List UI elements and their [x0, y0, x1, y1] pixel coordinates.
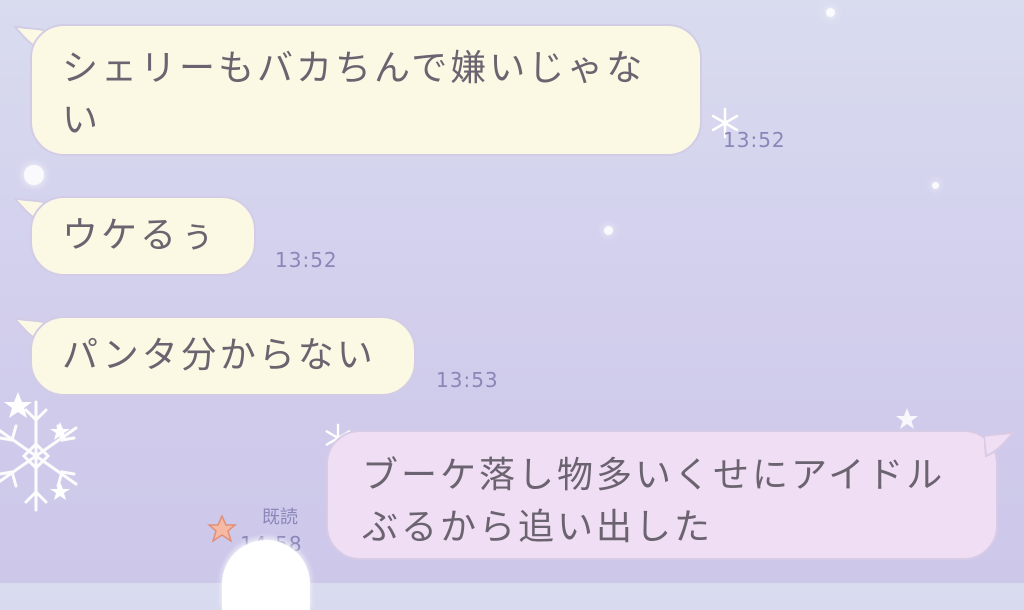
chat-view[interactable]: シェリーもバカちんで嫌いじゃな い 13:52 ウケるぅ 13:52 パンタ分か…: [0, 0, 1024, 610]
sparkle-decoration: [932, 182, 939, 189]
message-timestamp: 13:52: [275, 248, 338, 272]
sparkle-decoration: [604, 226, 613, 235]
sparkle-decoration: [826, 8, 835, 17]
message-bubble-outgoing[interactable]: ブーケ落し物多いくせにアイドル ぶるから追い出した: [326, 430, 998, 560]
bubble-tail: [984, 432, 1015, 458]
message-timestamp: 13:52: [723, 128, 786, 152]
message-timestamp: 13:53: [436, 368, 499, 392]
message-bubble-incoming[interactable]: ウケるぅ: [30, 196, 256, 276]
star-icon: [896, 408, 918, 429]
read-receipt: 既読: [262, 507, 298, 528]
message-bubble-incoming[interactable]: パンタ分からない: [30, 316, 416, 396]
message-bubble-incoming[interactable]: シェリーもバカちんで嫌いじゃな い: [30, 24, 702, 156]
star-icon: [207, 514, 237, 543]
sparkle-decoration: [24, 165, 44, 185]
snowflake-icon: [0, 392, 78, 512]
